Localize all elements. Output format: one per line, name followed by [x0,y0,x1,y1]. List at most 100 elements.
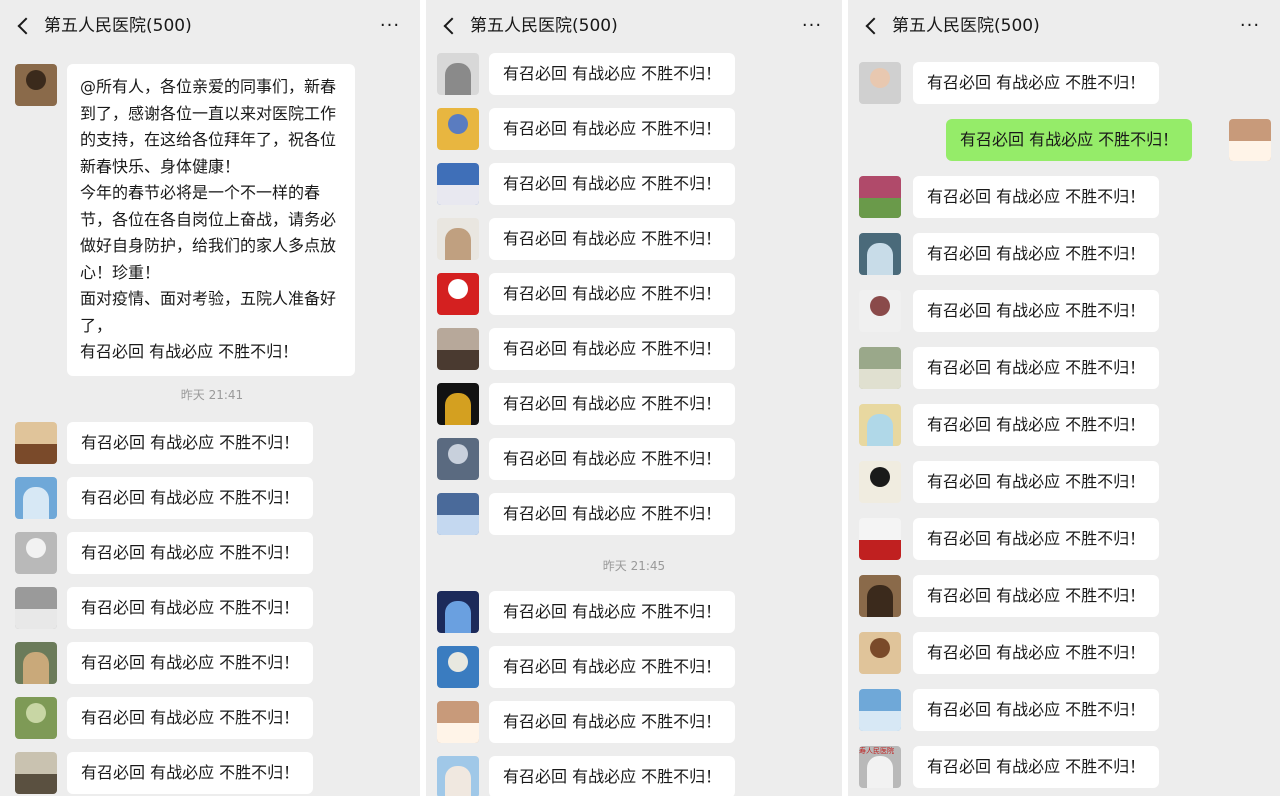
avatar[interactable] [859,347,901,389]
avatar[interactable] [859,518,901,560]
message-bubble[interactable]: 有召必回 有战必应 不胜不归！ [913,176,1160,218]
avatar[interactable]: 寿人民医院 [859,746,901,788]
avatar-photo [437,185,479,205]
message-bubble[interactable]: 有召必回 有战必应 不胜不归！ [913,404,1160,446]
chat-header: 第五人民医院(500) ··· [848,0,1280,52]
avatar-photo [870,68,890,88]
back-arrow-icon[interactable] [864,15,880,37]
message-bubble[interactable]: 有召必回 有战必应 不胜不归！ [913,632,1160,674]
avatar-photo [445,601,471,633]
avatar-photo [867,243,893,275]
avatar-photo [437,515,479,535]
avatar[interactable] [437,218,479,260]
message-bubble[interactable]: 有召必回 有战必应 不胜不归！ [489,108,736,150]
avatar[interactable] [437,591,479,633]
avatar[interactable] [859,404,901,446]
message-bubble[interactable]: 有召必回 有战必应 不胜不归！ [489,273,736,315]
message-bubble[interactable]: 有召必回 有战必应 不胜不归！ [489,163,736,205]
message-bubble[interactable]: 有召必回 有战必应 不胜不归！ [913,62,1160,104]
message-bubble[interactable]: 有召必回 有战必应 不胜不归！ [489,218,736,260]
avatar[interactable] [437,646,479,688]
avatar[interactable] [15,422,57,464]
message-bubble[interactable]: 有召必回 有战必应 不胜不归！ [67,477,314,519]
avatar[interactable] [437,383,479,425]
avatar[interactable] [437,328,479,370]
avatar-photo [445,393,471,425]
avatar-photo [859,711,901,731]
message-bubble[interactable]: 有召必回 有战必应 不胜不归！ [913,461,1160,503]
message-bubble[interactable]: 有召必回 有战必应 不胜不归！ [489,438,736,480]
message-timestamp: 昨天 21:45 [602,559,666,573]
avatar[interactable] [859,233,901,275]
avatar[interactable] [15,642,57,684]
avatar-photo [1229,141,1271,161]
message-bubble[interactable]: 有召必回 有战必应 不胜不归！ [67,532,314,574]
avatar[interactable] [437,438,479,480]
avatar-photo [859,540,901,560]
avatar[interactable] [859,461,901,503]
avatar-photo [867,585,893,617]
message-bubble[interactable]: 有召必回 有战必应 不胜不归！ [67,752,314,794]
message-bubble[interactable]: 有召必回 有战必应 不胜不归！ [489,328,736,370]
avatar[interactable] [15,532,57,574]
avatar[interactable] [15,587,57,629]
message-bubble[interactable]: 有召必回 有战必应 不胜不归！ [913,746,1160,788]
avatar[interactable] [15,64,57,106]
message-bubble[interactable]: 有召必回 有战必应 不胜不归！ [67,587,314,629]
message-bubble[interactable]: 有召必回 有战必应 不胜不归！ [913,290,1160,332]
message-bubble[interactable]: 有召必回 有战必应 不胜不归！ [489,53,736,95]
message-bubble[interactable]: 有召必回 有战必应 不胜不归！ [913,518,1160,560]
avatar[interactable] [15,697,57,739]
avatar[interactable] [859,62,901,104]
avatar[interactable] [437,493,479,535]
avatar-photo [859,369,901,389]
message-bubble[interactable]: 有召必回 有战必应 不胜不归！ [489,493,736,535]
avatar[interactable] [859,290,901,332]
avatar[interactable] [437,108,479,150]
chat-title: 第五人民医院(500) [892,16,1040,36]
avatar[interactable] [437,163,479,205]
back-arrow-icon[interactable] [442,15,458,37]
more-options-icon[interactable]: ··· [800,13,824,39]
avatar-photo [448,114,468,134]
message-bubble[interactable]: 有召必回 有战必应 不胜不归！ [913,347,1160,389]
chat-screen-1: 第五人民医院(500) ··· @所有人，各位亲爱的同事们，新春到了，感谢各位一… [0,0,420,796]
message-bubble[interactable]: 有召必回 有战必应 不胜不归！ [489,646,736,688]
avatar-photo [870,638,890,658]
avatar[interactable] [859,632,901,674]
back-arrow-icon[interactable] [16,15,32,37]
avatar-photo [448,652,468,672]
avatar[interactable] [859,575,901,617]
more-options-icon[interactable]: ··· [1238,13,1262,39]
more-options-icon[interactable]: ··· [378,13,402,39]
avatar-photo [867,756,893,788]
avatar-photo [26,538,46,558]
avatar[interactable] [437,756,479,796]
message-bubble[interactable]: 有召必回 有战必应 不胜不归！ [67,422,314,464]
avatar[interactable] [437,53,479,95]
message-bubble[interactable]: 有召必回 有战必应 不胜不归！ [913,689,1160,731]
self-avatar[interactable] [1229,119,1271,161]
avatar[interactable] [437,273,479,315]
avatar-photo [448,444,468,464]
avatar[interactable] [859,689,901,731]
message-bubble[interactable]: 有召必回 有战必应 不胜不归！ [489,591,736,633]
avatar[interactable] [859,176,901,218]
message-bubble[interactable]: 有召必回 有战必应 不胜不归！ [67,697,314,739]
message-bubble[interactable]: 有召必回 有战必应 不胜不归！ [946,119,1193,161]
message-bubble[interactable]: 有召必回 有战必应 不胜不归！ [67,642,314,684]
avatar[interactable] [15,752,57,794]
avatar-photo [26,70,46,90]
message-bubble[interactable]: 有召必回 有战必应 不胜不归！ [913,575,1160,617]
message-bubble[interactable]: 有召必回 有战必应 不胜不归！ [489,701,736,743]
screenshot-collage: 第五人民医院(500) ··· @所有人，各位亲爱的同事们，新春到了，感谢各位一… [0,0,1280,796]
avatar-photo [859,198,901,218]
chat-header: 第五人民医院(500) ··· [426,0,842,52]
message-bubble[interactable]: 有召必回 有战必应 不胜不归！ [913,233,1160,275]
avatar[interactable] [15,477,57,519]
message-bubble[interactable]: @所有人，各位亲爱的同事们，新春到了，感谢各位一直以来对医院工作的支持，在这给各… [67,64,355,376]
message-bubble[interactable]: 有召必回 有战必应 不胜不归！ [489,756,736,796]
avatar[interactable] [437,701,479,743]
message-bubble[interactable]: 有召必回 有战必应 不胜不归！ [489,383,736,425]
avatar-photo [437,350,479,370]
